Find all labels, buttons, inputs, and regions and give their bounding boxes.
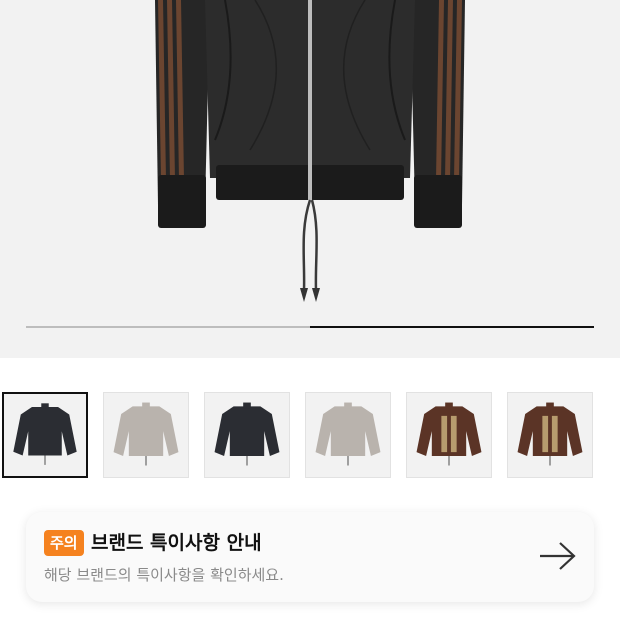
- thumb-grey-jacket-back[interactable]: [103, 392, 189, 478]
- notice-description: 해당 브랜드의 특이사항을 확인하세요.: [44, 566, 284, 584]
- thumb-black-jacket-front[interactable]: [2, 392, 88, 478]
- arrow-right-icon: [540, 542, 576, 570]
- gallery-progress-track: [26, 326, 594, 328]
- product-hero[interactable]: [0, 0, 620, 358]
- jacket-thumbnail-image: [113, 402, 179, 466]
- jacket-image: [155, 0, 465, 302]
- brand-notice-card[interactable]: 주의 브랜드 특이사항 안내 해당 브랜드의 특이사항을 확인하세요.: [26, 512, 594, 602]
- thumb-brown-jacket-front-2[interactable]: [507, 392, 593, 478]
- gallery-progress-indicator: [310, 326, 594, 328]
- notice-title: 브랜드 특이사항 안내: [91, 532, 262, 554]
- thumbnail-strip: [0, 392, 620, 480]
- thumb-black-jacket-back[interactable]: [204, 392, 290, 478]
- jacket-thumbnail-image: [214, 402, 280, 466]
- jacket-thumbnail-image: [517, 402, 583, 466]
- thumb-brown-jacket-front[interactable]: [406, 392, 492, 478]
- jacket-thumbnail-image: [315, 402, 381, 466]
- jacket-thumbnail-image: [416, 402, 482, 466]
- caution-badge: 주의: [44, 530, 84, 556]
- thumb-grey-jacket-back-2[interactable]: [305, 392, 391, 478]
- notice-arrow-button[interactable]: [536, 536, 580, 576]
- jacket-thumbnail-image: [13, 403, 77, 465]
